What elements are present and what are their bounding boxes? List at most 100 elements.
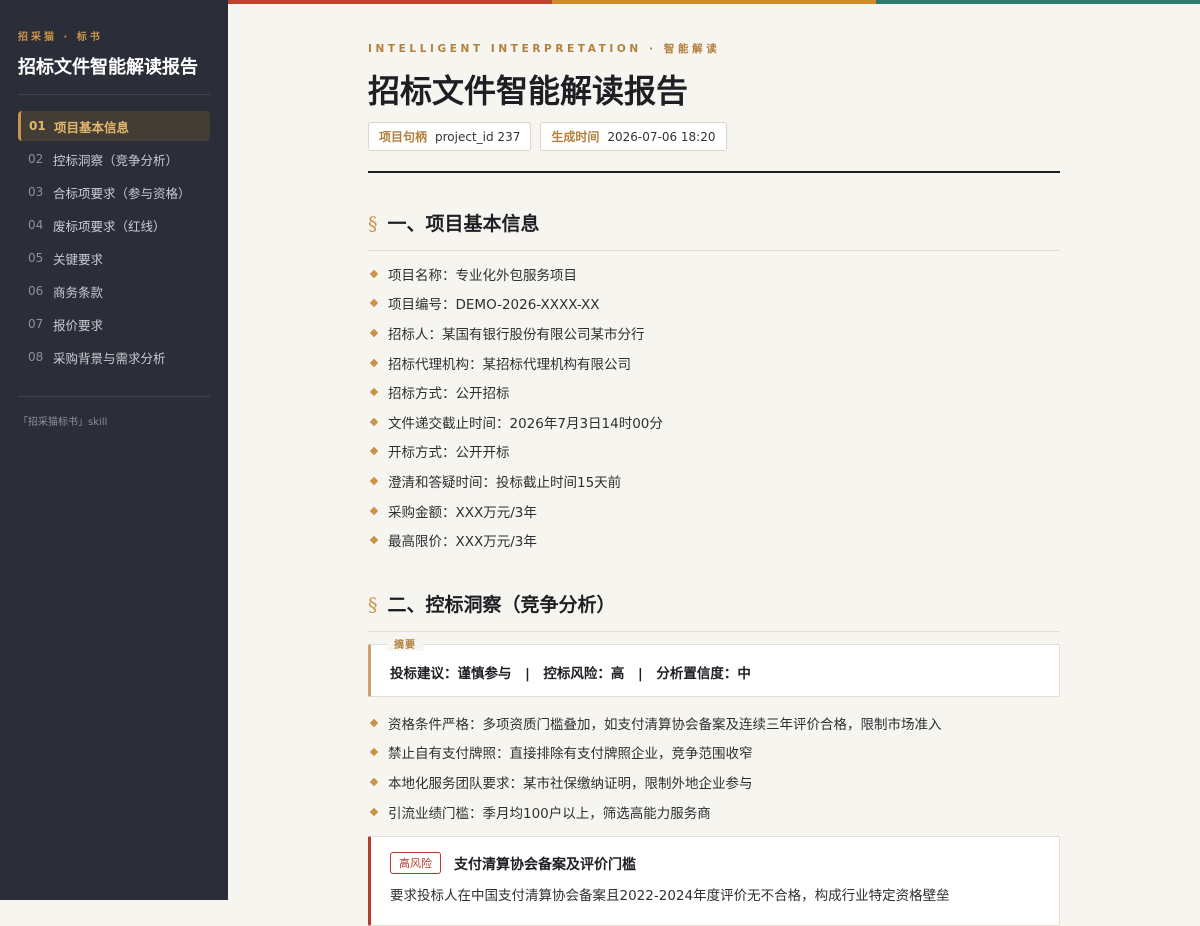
eyebrow-label: INTELLIGENT INTERPRETATION · 智能解读 bbox=[368, 43, 721, 55]
list-item: 招标方式：公开招标 bbox=[368, 377, 1060, 407]
diamond-bullet-icon bbox=[369, 718, 379, 728]
sidebar-item-08[interactable]: 08 采购背景与需求分析 bbox=[18, 342, 210, 372]
list-item: 项目名称：专业化外包服务项目 bbox=[368, 259, 1060, 289]
summary-text: 投标建议：谨慎参与 | 控标风险：高 | 分析置信度：中 bbox=[390, 666, 751, 682]
sidebar-item-07[interactable]: 07 报价要求 bbox=[18, 309, 210, 339]
section-mark-icon: § bbox=[368, 594, 378, 616]
sidebar-item-label: 废标项要求（红线） bbox=[53, 218, 166, 234]
sidebar-item-02[interactable]: 02 控标洞察（竞争分析） bbox=[18, 144, 210, 174]
list-item: 文件递交截止时间：2026年7月3日14时00分 bbox=[368, 407, 1060, 437]
section-heading-basic-info: § 一、项目基本信息 bbox=[368, 211, 1060, 251]
risk-description: 要求投标人在中国支付清算协会备案且2022-2024年度评价无不合格，构成行业特… bbox=[390, 888, 950, 904]
sidebar-item-label: 采购背景与需求分析 bbox=[53, 350, 166, 366]
meta-project-id: 项目句柄 project_id 237 bbox=[368, 122, 532, 151]
top-color-segment bbox=[228, 0, 552, 4]
list-item: 最高限价：XXX万元/3年 bbox=[368, 525, 1060, 555]
list-item-text: 澄清和答疑时间：投标截止时间15天前 bbox=[388, 474, 622, 491]
list-item: 本地化服务团队要求：某市社保缴纳证明，限制外地企业参与 bbox=[368, 767, 1060, 797]
section-heading-bid-insight: § 二、控标洞察（竞争分析） bbox=[368, 592, 1060, 632]
risk-title: 支付清算协会备案及评价门槛 bbox=[454, 857, 636, 873]
basic-info-list: 项目名称：专业化外包服务项目项目编号：DEMO-2026-XXXX-XX 招标人：… bbox=[368, 259, 1060, 555]
diamond-bullet-icon bbox=[369, 269, 379, 279]
list-item-text: 文件递交截止时间：2026年7月3日14时00分 bbox=[388, 415, 663, 432]
top-color-segment bbox=[552, 0, 876, 4]
summary-tag: 摘要 bbox=[387, 636, 423, 651]
meta-row: 项目句柄 project_id 237 生成时间 2026-07-06 18:2… bbox=[368, 122, 727, 151]
sidebar-item-number: 04 bbox=[28, 218, 44, 232]
meta-key: 项目句柄 bbox=[379, 130, 428, 144]
list-item-text: 最高限价：XXX万元/3年 bbox=[388, 534, 537, 551]
list-item: 引流业绩门槛：季月均100户以上，筛选高能力服务商 bbox=[368, 797, 1060, 827]
diamond-bullet-icon bbox=[369, 506, 379, 515]
diamond-bullet-icon bbox=[369, 358, 379, 367]
list-item-text: 采购金额：XXX万元/3年 bbox=[388, 504, 537, 521]
sidebar-item-number: 06 bbox=[28, 284, 44, 298]
list-item-text: 引流业绩门槛：季月均100户以上，筛选高能力服务商 bbox=[388, 805, 711, 822]
sidebar-item-06[interactable]: 06 商务条款 bbox=[18, 276, 210, 306]
meta-generated-time: 生成时间 2026-07-06 18:20 bbox=[540, 122, 727, 151]
page-title: 招标文件智能解读报告 bbox=[368, 72, 689, 110]
diamond-bullet-icon bbox=[369, 535, 379, 545]
diamond-bullet-icon bbox=[369, 299, 379, 308]
sidebar-item-label: 项目基本信息 bbox=[54, 119, 130, 135]
diamond-bullet-icon bbox=[369, 387, 379, 397]
list-item-text: 招标方式：公开招标 bbox=[388, 386, 510, 403]
sidebar-footer: 「招采猫标书」skill bbox=[18, 396, 210, 428]
sidebar-item-label: 商务条款 bbox=[53, 284, 104, 300]
top-color-bar bbox=[228, 0, 1200, 4]
sidebar-item-label: 关键要求 bbox=[53, 251, 104, 267]
list-item: 禁止自有支付牌照：直接排除有支付牌照企业，竞争范围收窄 bbox=[368, 738, 1060, 768]
diamond-bullet-icon bbox=[369, 807, 379, 816]
diamond-bullet-icon bbox=[369, 476, 379, 486]
risk-badge: 高风险 bbox=[390, 852, 441, 874]
list-item-text: 禁止自有支付牌照：直接排除有支付牌照企业，竞争范围收窄 bbox=[388, 746, 753, 763]
list-item-text: 资格条件严格：多项资质门槛叠加，如支付清算协会备案及连续三年评价合格，限制市场准… bbox=[388, 716, 942, 733]
list-item: 开标方式：公开开标 bbox=[368, 437, 1060, 467]
list-item-text: 项目编号：DEMO-2026-XXXX-XX bbox=[388, 297, 600, 314]
list-item-text: 项目名称：专业化外包服务项目 bbox=[388, 267, 577, 284]
list-item: 项目编号：DEMO-2026-XXXX-XX bbox=[368, 289, 1060, 319]
sidebar-item-01[interactable]: 01 项目基本信息 bbox=[18, 111, 210, 141]
sidebar-item-number: 08 bbox=[28, 350, 44, 364]
risk-card: 高风险 支付清算协会备案及评价门槛 要求投标人在中国支付清算协会备案且2022-… bbox=[368, 836, 1060, 926]
list-item-text: 开标方式：公开开标 bbox=[388, 445, 510, 462]
top-color-segment bbox=[876, 0, 1200, 4]
summary-card: 摘要 投标建议：谨慎参与 | 控标风险：高 | 分析置信度：中 bbox=[368, 636, 1060, 697]
sidebar-nav: 01 项目基本信息 02 控标洞察（竞争分析） 03 合标项要求（参与资格） 04 废标项要求… bbox=[18, 111, 210, 372]
list-item: 澄清和答疑时间：投标截止时间15天前 bbox=[368, 466, 1060, 496]
list-item: 招标人：某国有银行股份有限公司某市分行 bbox=[368, 318, 1060, 348]
title-divider bbox=[368, 171, 1060, 173]
diamond-bullet-icon bbox=[369, 417, 379, 427]
sidebar-item-number: 02 bbox=[28, 152, 44, 166]
section-title: 一、项目基本信息 bbox=[387, 213, 540, 235]
diamond-bullet-icon bbox=[369, 748, 379, 757]
sidebar-item-04[interactable]: 04 废标项要求（红线） bbox=[18, 210, 210, 240]
meta-key: 生成时间 bbox=[551, 130, 600, 144]
list-item-text: 招标代理机构：某招标代理机构有限公司 bbox=[388, 356, 631, 373]
meta-value: 2026-07-06 18:20 bbox=[607, 129, 716, 144]
list-item-text: 本地化服务团队要求：某市社保缴纳证明，限制外地企业参与 bbox=[388, 775, 753, 792]
insight-list: 资格条件严格：多项资质门槛叠加，如支付清算协会备案及连续三年评价合格，限制市场准… bbox=[368, 708, 1060, 826]
section-mark-icon: § bbox=[368, 213, 378, 235]
sidebar-item-label: 报价要求 bbox=[53, 317, 104, 333]
diamond-bullet-icon bbox=[369, 777, 379, 787]
list-item: 资格条件严格：多项资质门槛叠加，如支付清算协会备案及连续三年评价合格，限制市场准… bbox=[368, 708, 1060, 738]
sidebar-item-number: 03 bbox=[28, 185, 44, 199]
sidebar-title: 招标文件智能解读报告 bbox=[18, 53, 210, 95]
meta-value: project_id 237 bbox=[435, 129, 521, 144]
sidebar-item-number: 07 bbox=[28, 317, 44, 331]
sidebar-item-label: 控标洞察（竞争分析） bbox=[53, 152, 179, 168]
sidebar-item-05[interactable]: 05 关键要求 bbox=[18, 243, 210, 273]
sidebar-item-number: 01 bbox=[29, 119, 46, 133]
sidebar-item-number: 05 bbox=[28, 251, 44, 265]
sidebar: 招采猫 · 标书 招标文件智能解读报告 01 项目基本信息 02 控标洞察（竞争分析）… bbox=[0, 0, 228, 900]
diamond-bullet-icon bbox=[369, 328, 379, 338]
list-item-text: 招标人：某国有银行股份有限公司某市分行 bbox=[388, 326, 645, 343]
sidebar-item-03[interactable]: 03 合标项要求（参与资格） bbox=[18, 177, 210, 207]
diamond-bullet-icon bbox=[369, 447, 379, 456]
sidebar-item-label: 合标项要求（参与资格） bbox=[53, 185, 191, 201]
section-title: 二、控标洞察（竞争分析） bbox=[387, 594, 616, 616]
list-item: 招标代理机构：某招标代理机构有限公司 bbox=[368, 348, 1060, 378]
brand-label: 招采猫 · 标书 bbox=[18, 32, 103, 43]
list-item: 采购金额：XXX万元/3年 bbox=[368, 496, 1060, 526]
